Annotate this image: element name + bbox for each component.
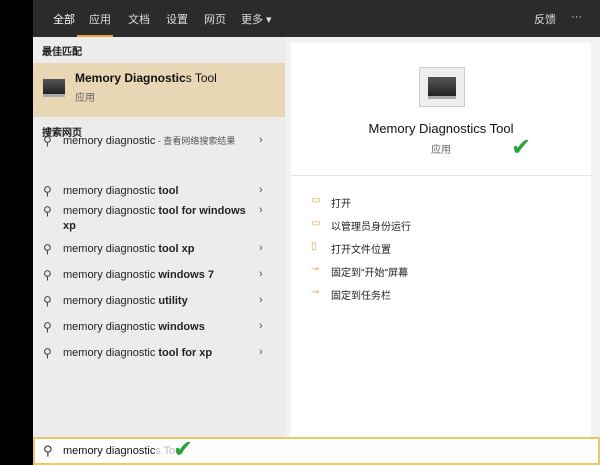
feedback-button[interactable]: 反馈 <box>534 11 556 27</box>
result-text: memory diagnostic - 查看网络搜索结果 <box>63 135 236 147</box>
result-text: memory diagnostic windows 7 <box>63 269 214 281</box>
chevron-right-icon[interactable]: › <box>259 184 263 196</box>
tab-all[interactable]: 全部 <box>53 11 75 27</box>
search-icon: ⚲ <box>43 134 52 148</box>
checkmark-icon: ✔ <box>173 436 194 463</box>
action-item[interactable]: 固定到任务栏 <box>331 287 391 302</box>
result-text: memory diagnostic tool <box>63 185 179 197</box>
chevron-right-icon[interactable]: › <box>259 242 263 254</box>
search-icon: ⚲ <box>43 346 52 360</box>
app-icon-frame <box>419 67 465 107</box>
result-text: memory diagnostic utility <box>63 295 188 307</box>
chevron-right-icon[interactable]: › <box>259 268 263 280</box>
best-match-item[interactable]: Memory Diagnostics Tool 应用 <box>33 63 285 117</box>
memory-chip-icon <box>428 77 456 99</box>
tab-apps[interactable]: 应用 <box>89 11 111 27</box>
action-icon: ⊸ <box>311 287 320 298</box>
action-item[interactable]: 打开 <box>331 195 351 210</box>
results-panel: 最佳匹配 Memory Diagnostics Tool 应用 搜索网页 ⚲ me… <box>33 37 285 437</box>
search-icon: ⚲ <box>43 294 52 308</box>
detail-title: Memory Diagnostics Tool <box>368 121 514 136</box>
best-title-bold: Memory Diagnostic <box>75 71 186 85</box>
divider <box>291 175 591 176</box>
result-text: memory diagnostic windows <box>63 321 205 333</box>
chevron-right-icon[interactable]: › <box>259 134 263 146</box>
result-text: memory diagnostic tool for xp <box>63 347 213 359</box>
chevron-right-icon[interactable]: › <box>259 294 263 306</box>
tab-settings[interactable]: 设置 <box>166 11 188 27</box>
search-icon: ⚲ <box>43 242 52 256</box>
action-icon: ▭ <box>311 218 321 229</box>
best-match-header: 最佳匹配 <box>42 47 82 58</box>
black-edge <box>0 0 33 465</box>
search-icon: ⚲ <box>43 320 52 334</box>
result-text: memory diagnostic tool xp <box>63 243 195 255</box>
filter-bar: 全部 应用 文档 设置 网页 更多 ▾ 反馈 ··· <box>33 0 600 38</box>
search-icon: ⚲ <box>43 268 52 282</box>
search-icon: ⚲ <box>43 184 52 198</box>
action-item[interactable]: 打开文件位置 <box>331 241 391 256</box>
search-input[interactable]: memory diagnostics Tool <box>63 445 184 457</box>
detail-subtitle: 应用 <box>431 145 451 156</box>
search-icon: ⚲ <box>43 443 53 458</box>
action-item[interactable]: 固定到"开始"屏幕 <box>331 264 408 279</box>
search-icon: ⚲ <box>43 204 52 218</box>
search-box[interactable]: ⚲ memory diagnostics Tool ✔ <box>33 436 600 465</box>
checkmark-icon: ✔ <box>511 134 532 161</box>
chevron-right-icon[interactable]: › <box>259 346 263 358</box>
best-subtitle: 应用 <box>75 93 95 104</box>
action-item[interactable]: 以管理员身份运行 <box>331 218 411 233</box>
action-icon: ▯ <box>311 241 317 252</box>
memory-chip-icon <box>43 79 65 97</box>
action-icon: ⊸ <box>311 264 320 275</box>
more-options-button[interactable]: ··· <box>571 11 582 23</box>
best-title-rest: s Tool <box>185 71 217 85</box>
detail-panel: Memory Diagnostics Tool 应用 ✔ ▭ 打开 ▭ 以管理员身份运… <box>291 43 591 437</box>
action-icon: ▭ <box>311 195 321 206</box>
chevron-right-icon[interactable]: › <box>259 320 263 332</box>
chevron-right-icon[interactable]: › <box>259 204 263 216</box>
result-text: memory diagnostic tool for windows xp <box>63 205 246 232</box>
tab-more[interactable]: 更多 ▾ <box>241 11 272 27</box>
tab-web[interactable]: 网页 <box>204 11 226 27</box>
tab-documents[interactable]: 文档 <box>128 11 150 27</box>
